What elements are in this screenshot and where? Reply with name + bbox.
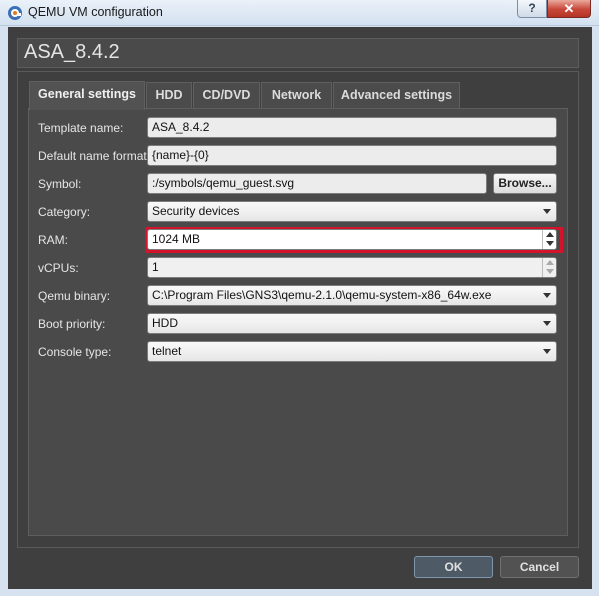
tab-hdd[interactable]: HDD (146, 82, 192, 108)
vm-name-header: ASA_8.4.2 (17, 38, 579, 68)
console-type-select[interactable]: telnet (147, 341, 557, 362)
title-bar: QEMU VM configuration ? ✕ (0, 0, 599, 26)
chevron-down-icon (543, 293, 551, 298)
spin-down-icon[interactable] (546, 269, 554, 274)
qemu-binary-label: Qemu binary: (38, 289, 111, 303)
qemu-binary-select[interactable]: C:\Program Files\GNS3\qemu-2.1.0\qemu-sy… (147, 285, 557, 306)
tab-advanced-settings[interactable]: Advanced settings (333, 82, 460, 108)
qemu-binary-value: C:\Program Files\GNS3\qemu-2.1.0\qemu-sy… (152, 288, 492, 302)
category-select[interactable]: Security devices (147, 201, 557, 222)
spin-up-icon[interactable] (546, 232, 554, 237)
spin-down-icon[interactable] (546, 241, 554, 246)
boot-priority-value: HDD (152, 316, 178, 330)
console-type-value: telnet (152, 344, 182, 358)
vcpus-value: 1 (152, 260, 159, 274)
boot-priority-label: Boot priority: (38, 317, 106, 331)
template-name-label: Template name: (38, 121, 124, 135)
window-title: QEMU VM configuration (28, 5, 163, 19)
tab-cd-dvd[interactable]: CD/DVD (193, 82, 260, 108)
ok-button[interactable]: OK (414, 556, 493, 578)
tab-general-settings[interactable]: General settings (29, 81, 145, 110)
boot-priority-select[interactable]: HDD (147, 313, 557, 334)
qemu-app-icon (8, 6, 22, 20)
chevron-down-icon (543, 209, 551, 214)
category-label: Category: (38, 205, 91, 219)
spin-up-icon[interactable] (546, 260, 554, 265)
vm-name-title: ASA_8.4.2 (24, 41, 120, 63)
close-button[interactable]: ✕ (547, 0, 591, 18)
vcpus-label: vCPUs: (38, 261, 79, 275)
vcpus-spin-buttons[interactable] (542, 258, 556, 277)
ram-label: RAM: (38, 233, 68, 247)
ram-spinbox[interactable]: 1024 MB (147, 229, 557, 250)
help-button[interactable]: ? (517, 0, 547, 18)
tab-network[interactable]: Network (261, 82, 332, 108)
cancel-button[interactable]: Cancel (500, 556, 579, 578)
browse-button[interactable]: Browse... (493, 173, 557, 194)
symbol-label: Symbol: (38, 177, 82, 191)
default-name-format-label: Default name format: (38, 149, 151, 163)
default-name-format-input[interactable]: {name}-{0} (147, 145, 557, 166)
console-type-label: Console type: (38, 345, 112, 359)
chevron-down-icon (543, 321, 551, 326)
chevron-down-icon (543, 349, 551, 354)
ram-spin-buttons[interactable] (542, 230, 556, 249)
vcpus-spinbox[interactable]: 1 (147, 257, 557, 278)
category-value: Security devices (152, 204, 240, 218)
ram-value: 1024 MB (152, 232, 201, 246)
symbol-input[interactable]: :/symbols/qemu_guest.svg (147, 173, 487, 194)
template-name-input[interactable]: ASA_8.4.2 (147, 117, 557, 138)
